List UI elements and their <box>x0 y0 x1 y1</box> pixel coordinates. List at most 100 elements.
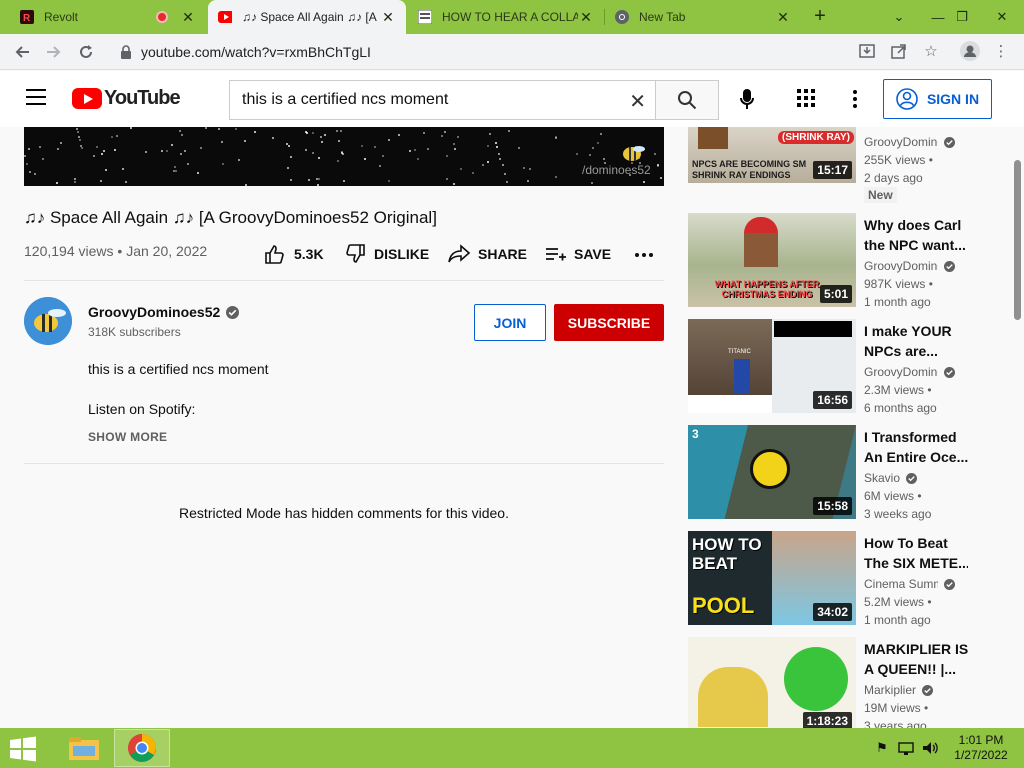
share-button[interactable]: SHARE <box>448 244 527 264</box>
reload-button[interactable] <box>74 40 98 64</box>
related-video[interactable]: (SHRINK RAY) NPCS ARE BECOMING SM SHRINK… <box>688 127 988 197</box>
thumbs-up-icon <box>265 245 284 264</box>
scrollbar-thumb[interactable] <box>1014 160 1021 320</box>
youtube-logo[interactable]: YouTube <box>72 86 181 109</box>
close-tab-icon[interactable]: ✕ <box>578 9 594 26</box>
tab-search-icon[interactable]: ⌄ <box>877 0 921 34</box>
join-button[interactable]: JOIN <box>474 304 546 341</box>
video-thumbnail[interactable]: 3 15:58 <box>688 425 856 519</box>
volume-icon[interactable] <box>922 740 938 756</box>
verified-badge-icon <box>922 684 934 696</box>
channel-name-text: GroovyDominoes52 <box>864 259 938 273</box>
tab-youtube-video[interactable]: ♫♪ Space All Again ♫♪ [A GroovyDominoes5… <box>208 0 406 34</box>
page-icon <box>418 10 432 24</box>
description-line: this is a certified ncs moment <box>88 361 269 377</box>
save-button[interactable]: SAVE <box>544 244 611 264</box>
close-tab-icon[interactable]: ✕ <box>775 9 791 26</box>
related-age: 2 days ago <box>864 171 923 185</box>
install-app-icon[interactable] <box>856 40 878 62</box>
channel-name[interactable]: GroovyDominoes52 <box>88 304 240 320</box>
system-clock[interactable]: 1:01 PM 1/27/2022 <box>950 733 1012 763</box>
more-actions-button[interactable] <box>634 244 662 264</box>
settings-more-icon[interactable] <box>845 88 865 110</box>
omnibox-field[interactable]: youtube.com/watch?v=rxmBhChTgLI <box>108 38 848 66</box>
flag-notification-icon[interactable]: ⚑ <box>874 740 890 756</box>
video-player[interactable]: /dominoes52 <box>24 127 664 186</box>
thumbnail-text: (SHRINK RAY) <box>778 131 854 144</box>
dislike-button[interactable]: DISLIKE <box>344 244 429 264</box>
close-window-button[interactable]: ✕ <box>980 0 1024 34</box>
close-tab-icon[interactable]: ✕ <box>180 9 196 26</box>
channel-avatar[interactable] <box>24 297 72 345</box>
windows-start-icon[interactable] <box>8 736 40 762</box>
related-age: 6 months ago <box>864 401 937 415</box>
related-title: I Transformed An Entire Oce... <box>864 429 968 465</box>
channel-name-text: GroovyDominoes52 <box>864 365 938 379</box>
menu-hamburger-icon[interactable] <box>26 89 46 105</box>
youtube-logo-text: YouTube <box>104 86 181 109</box>
new-tab-button[interactable]: + <box>808 5 832 29</box>
thumbnail-text: 3 <box>692 427 699 441</box>
related-title: How To Beat The SIX METE... <box>864 535 968 571</box>
like-button[interactable]: 5.3K <box>264 244 324 264</box>
related-channel: GroovyDominoes52 <box>864 365 955 379</box>
thumbs-down-icon <box>346 244 365 263</box>
comments-restricted-notice: Restricted Mode has hidden comments for … <box>179 505 509 521</box>
tab-new-tab[interactable]: New Tab ✕ <box>605 0 801 34</box>
close-tab-icon[interactable]: ✕ <box>380 9 396 26</box>
channel-name-text: Markiplier <box>864 683 917 697</box>
share-page-icon[interactable] <box>888 40 910 62</box>
bee-logo-icon <box>623 146 645 161</box>
search-icon <box>678 91 697 110</box>
url-text: youtube.com/watch?v=rxmBhChTgLI <box>141 44 371 60</box>
video-thumbnail[interactable]: (SHRINK RAY) NPCS ARE BECOMING SM SHRINK… <box>688 127 856 183</box>
related-video[interactable]: WHAT HAPPENS AFTER CHRISTMAS ENDING 5:01… <box>688 213 988 309</box>
video-title: ♫♪ Space All Again ♫♪ [A GroovyDominoes5… <box>24 208 437 227</box>
forward-button[interactable] <box>42 40 66 64</box>
video-thumbnail[interactable]: WHAT HAPPENS AFTER CHRISTMAS ENDING 5:01 <box>688 213 856 307</box>
video-thumbnail[interactable]: 1:18:23 <box>688 637 856 728</box>
show-more-button[interactable]: SHOW MORE <box>88 430 167 444</box>
file-explorer-icon[interactable] <box>56 729 112 767</box>
save-label: SAVE <box>574 246 612 262</box>
profile-avatar-icon[interactable] <box>959 40 981 62</box>
related-views: 5.2M views • <box>864 595 932 609</box>
related-age: 3 years ago <box>864 719 927 728</box>
verified-badge-icon <box>944 136 955 148</box>
search-query-text: this is a certified ncs moment <box>242 91 449 108</box>
chrome-menu-icon[interactable]: ⋮ <box>990 40 1012 62</box>
thumbnail-text: NPCS ARE BECOMING SM SHRINK RAY ENDINGS <box>692 159 807 180</box>
video-thumbnail[interactable]: HOW TO BEAT POOL 34:02 <box>688 531 856 625</box>
video-thumbnail[interactable]: TITANIC 16:56 <box>688 319 856 413</box>
verified-badge-icon <box>226 305 240 319</box>
apps-grid-icon[interactable] <box>796 88 818 110</box>
network-icon[interactable] <box>898 740 914 756</box>
related-age: 3 weeks ago <box>864 507 932 521</box>
bookmark-star-icon[interactable]: ☆ <box>920 40 942 62</box>
restore-button[interactable]: ❐ <box>940 0 984 34</box>
sign-in-label: SIGN IN <box>926 91 980 107</box>
new-badge: New <box>864 187 897 203</box>
search-input[interactable]: this is a certified ncs moment ✕ <box>229 80 656 120</box>
voice-search-button[interactable] <box>733 85 761 113</box>
taskbar: ⚑ 1:01 PM 1/27/2022 <box>0 728 1024 768</box>
sign-in-button[interactable]: SIGN IN <box>883 79 992 119</box>
related-views: 255K views • <box>864 153 933 167</box>
related-video[interactable]: 1:18:23 MARKIPLIER IS A QUEEN!! |... Mar… <box>688 637 988 728</box>
youtube-icon <box>218 10 232 24</box>
duration-badge: 16:56 <box>813 391 852 409</box>
tab-collar[interactable]: HOW TO HEAR A COLLAR ✕ <box>408 0 604 34</box>
related-video[interactable]: TITANIC 16:56 I make YOUR NPCs are... Gr… <box>688 319 988 415</box>
related-video[interactable]: HOW TO BEAT POOL 34:02 How To Beat The S… <box>688 531 988 627</box>
related-channel: Markiplier <box>864 683 934 697</box>
related-video[interactable]: 3 15:58 I Transformed An Entire Oce... S… <box>688 425 988 521</box>
clear-search-icon[interactable]: ✕ <box>629 89 646 114</box>
video-watermark: /dominoes52 <box>582 163 651 177</box>
subscribe-button[interactable]: SUBSCRIBE <box>554 304 664 341</box>
chrome-icon <box>615 10 629 24</box>
search-button[interactable] <box>655 80 719 120</box>
account-circle-icon <box>896 88 918 110</box>
back-button[interactable] <box>10 40 34 64</box>
tab-revolt[interactable]: R Revolt ✕ <box>10 0 206 34</box>
chrome-taskbar-icon[interactable] <box>114 729 170 767</box>
